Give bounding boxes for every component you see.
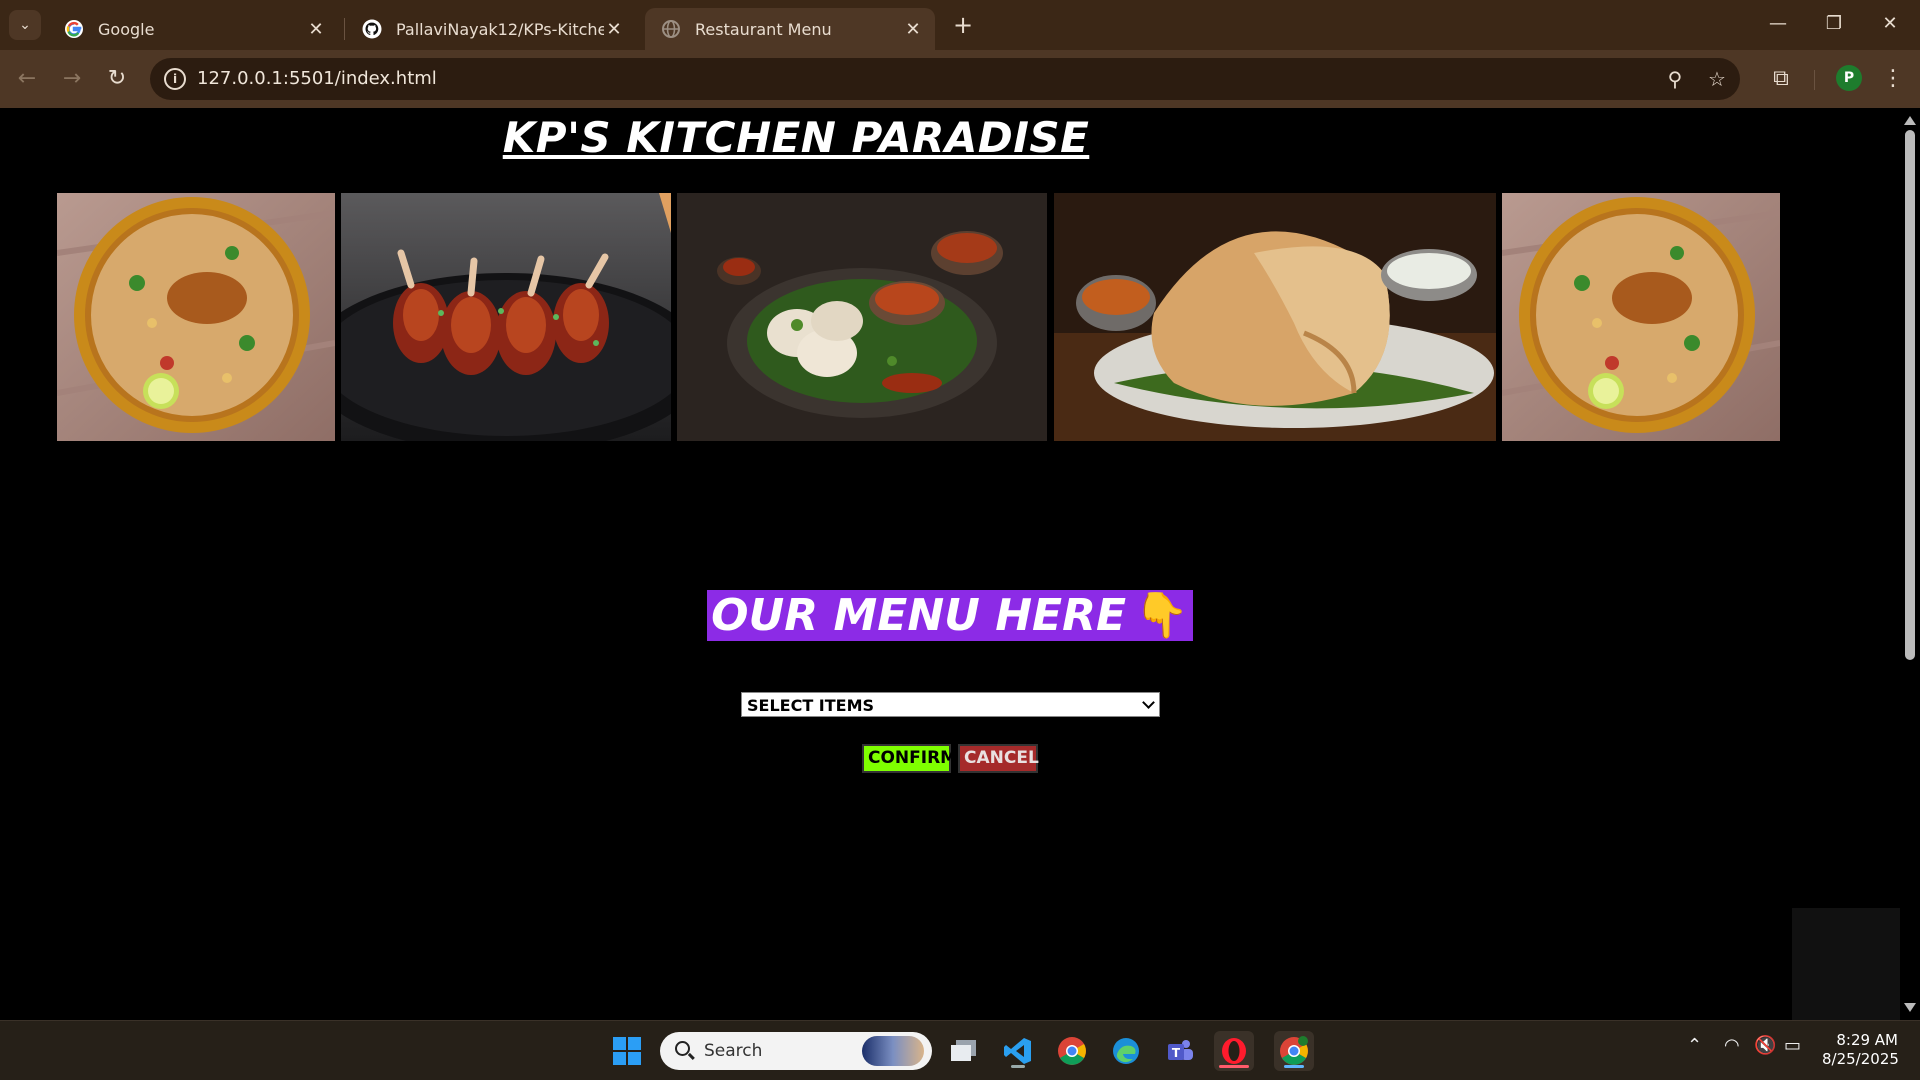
show-hidden-icons-chevron-icon[interactable]: ⌃ [1687,1035,1702,1056]
edge-icon[interactable] [1106,1031,1146,1071]
pointing-down-icon: 👇 [1134,590,1189,641]
tab-label: PallaviNayak12/KPs-Kitchen-Par [396,19,604,39]
menu-kebab-icon[interactable]: ⋮ [1878,64,1908,94]
url-text[interactable]: 127.0.0.1:5501/index.html [197,68,437,89]
new-tab-plus-icon[interactable]: + [950,12,976,38]
minimize-icon[interactable]: — [1758,8,1798,40]
restore-icon[interactable]: ❐ [1814,8,1854,40]
task-view-icon[interactable] [944,1031,984,1071]
scroll-up-arrow-icon[interactable] [1904,116,1916,125]
tab-label: Restaurant Menu [695,19,832,39]
corner-panel [1792,908,1900,1020]
zoom-icon[interactable]: ⚲ [1662,66,1688,92]
taskbar: Search T ⌃ ◠ 🔇 ▭ 8:29 AM 8/25/2025 [0,1020,1920,1080]
food-image-chicken-lollipop [341,193,671,441]
teams-icon[interactable]: T [1160,1031,1200,1071]
site-info-icon[interactable]: i [164,68,186,90]
google-icon [65,20,83,38]
scrollbar-thumb[interactable] [1905,130,1915,660]
menu-heading-text: OUR MENU HERE [711,590,1127,641]
browser-toolbar: ← → ↻ i 127.0.0.1:5501/index.html ⚲ ☆ ⧉ … [0,50,1920,108]
browser-tabstrip: ⌄ Google ✕ PallaviNayak12/KPs-Kitchen-Pa… [0,0,1920,50]
close-icon[interactable]: ✕ [306,19,326,40]
github-icon [362,19,382,39]
clock-date: 8/25/2025 [1822,1050,1899,1068]
tab-restaurant-menu[interactable]: Restaurant Menu ✕ [645,8,935,50]
chrome-icon[interactable] [1052,1031,1092,1071]
chrome-profile-icon[interactable] [1274,1031,1314,1071]
back-arrow-icon[interactable]: ← [12,64,42,94]
page-content: KP'S KITCHEN PARADISE OUR MENU HERE 👇 SE… [0,108,1900,1020]
tab-divider [344,18,345,40]
chevron-down-icon [1142,696,1155,709]
confirm-button[interactable]: CONFIRM [862,744,957,773]
site-title: KP'S KITCHEN PARADISE [502,113,1090,162]
menu-heading: OUR MENU HERE 👇 [707,590,1193,641]
close-icon[interactable]: ✕ [903,19,923,40]
speaker-muted-icon[interactable]: 🔇 [1754,1035,1776,1056]
wifi-icon[interactable]: ◠ [1724,1035,1740,1056]
battery-icon[interactable]: ▭ [1784,1035,1801,1056]
svg-text:T: T [1172,1046,1181,1060]
food-image-dosa [1054,193,1496,441]
vscode-icon[interactable] [998,1031,1038,1071]
bookmark-star-icon[interactable]: ☆ [1704,66,1730,92]
toolbar-divider [1814,70,1815,90]
system-clock[interactable]: 8:29 AM 8/25/2025 [1822,1031,1899,1069]
food-image-biryani [57,193,335,441]
reload-icon[interactable]: ↻ [102,64,132,94]
search-label: Search [704,1041,763,1061]
tab-label: Google [98,19,155,39]
tab-search-chevron-icon[interactable]: ⌄ [9,10,41,40]
close-icon[interactable]: ✕ [604,19,624,40]
globe-icon [662,20,680,38]
food-image-idli-sambar [677,193,1047,441]
menu-heading-row: OUR MENU HERE 👇 [0,590,1900,641]
scroll-down-arrow-icon[interactable] [1904,1003,1916,1012]
address-bar[interactable]: i 127.0.0.1:5501/index.html ⚲ ☆ [150,58,1740,100]
cancel-button[interactable]: CANCEL [958,744,1039,773]
opera-icon[interactable] [1214,1031,1254,1071]
search-icon [675,1041,690,1056]
forward-arrow-icon[interactable]: → [57,64,87,94]
select-value: SELECT ITEMS [747,696,875,715]
food-image-biryani [1502,193,1780,441]
windows-start-icon[interactable] [607,1031,647,1071]
tab-github[interactable]: PallaviNayak12/KPs-Kitchen-Par ✕ [346,8,636,50]
taskbar-search-box[interactable]: Search [660,1032,932,1070]
profile-avatar[interactable]: P [1836,65,1862,91]
page-scrollbar[interactable] [1900,108,1920,1020]
search-highlight-icon [862,1036,924,1066]
menu-items-select[interactable]: SELECT ITEMS [741,692,1160,717]
tab-google[interactable]: Google ✕ [48,8,338,50]
window-close-icon[interactable]: ✕ [1870,8,1910,40]
clock-time: 8:29 AM [1836,1031,1898,1049]
extensions-puzzle-icon[interactable]: ⧉ [1766,64,1796,94]
